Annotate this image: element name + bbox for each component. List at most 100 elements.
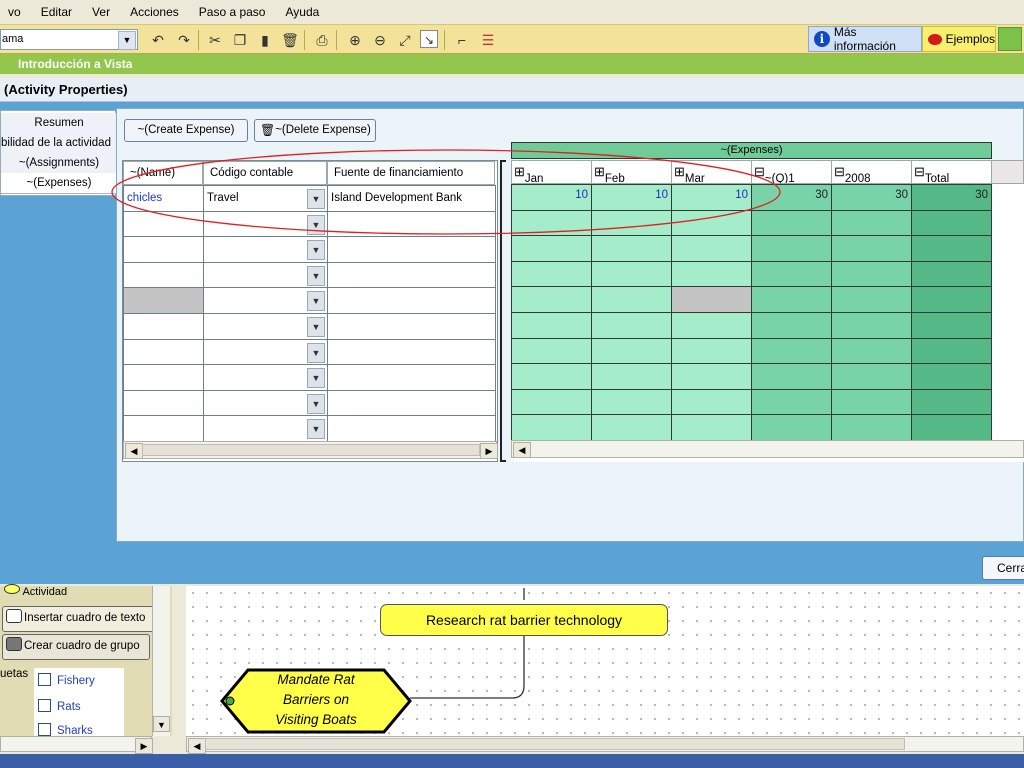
expense-source-cell[interactable] xyxy=(327,313,496,340)
chevron-down-icon[interactable]: ▼ xyxy=(307,342,325,363)
expense-code-cell[interactable]: ▼ xyxy=(203,389,328,417)
grid-cell[interactable] xyxy=(511,286,592,313)
view-combo[interactable]: ama ▼ xyxy=(0,29,138,50)
grid-cell[interactable] xyxy=(911,312,992,339)
expense-table-scrollbar[interactable]: ◀ ▶ xyxy=(123,441,498,459)
chevron-down-icon[interactable]: ▼ xyxy=(307,291,325,312)
checkbox[interactable] xyxy=(38,673,51,686)
tab-assignments[interactable]: ~(Assignments) xyxy=(1,153,117,174)
grid-cell[interactable] xyxy=(831,414,912,441)
chevron-down-icon[interactable]: ▼ xyxy=(307,265,325,286)
examples-button[interactable]: Ejemplos xyxy=(922,26,996,52)
expense-name-cell[interactable] xyxy=(123,415,204,442)
grid-cell[interactable] xyxy=(591,337,672,365)
grid-cell[interactable] xyxy=(511,363,592,390)
fit-window-icon[interactable]: ⤢ xyxy=(395,30,415,50)
expense-source-cell[interactable] xyxy=(327,261,496,289)
chevron-down-icon[interactable]: ▼ xyxy=(307,240,325,261)
tab-expenses[interactable]: ~(Expenses) xyxy=(1,173,117,194)
expense-code-cell[interactable]: ▼ xyxy=(203,338,328,366)
grid-cell[interactable] xyxy=(591,286,672,313)
expense-source-cell[interactable] xyxy=(327,338,496,366)
grid-cell[interactable] xyxy=(831,235,912,262)
expense-code-cell[interactable]: ▼ xyxy=(203,415,328,442)
insert-text-box-button[interactable]: Insertar cuadro de texto xyxy=(2,606,154,632)
scroll-thumb[interactable] xyxy=(142,444,480,456)
cut-icon[interactable]: ✂ xyxy=(205,30,225,50)
grid-cell[interactable] xyxy=(831,209,912,237)
expense-name-cell[interactable] xyxy=(123,287,204,314)
scroll-left-icon[interactable]: ◀ xyxy=(125,443,143,459)
grid-cell[interactable] xyxy=(671,260,752,288)
chevron-down-icon[interactable]: ▼ xyxy=(307,393,325,414)
paste-icon[interactable]: ▮ xyxy=(255,30,275,50)
create-expense-button[interactable]: ~(Create Expense) xyxy=(124,119,248,142)
copy-icon[interactable]: ❐ xyxy=(230,30,250,50)
grid-cell[interactable] xyxy=(591,312,672,339)
grid-cell[interactable] xyxy=(751,235,832,262)
grid-cell[interactable] xyxy=(511,312,592,339)
chevron-down-icon[interactable]: ▼ xyxy=(307,317,325,337)
menu-paso-a-paso[interactable]: Paso a paso xyxy=(187,5,278,19)
grid-cell[interactable] xyxy=(751,414,832,441)
tab-activity-responsibility[interactable]: bilidad de la actividad xyxy=(1,133,117,154)
label-item-sharks[interactable]: Sharks xyxy=(34,720,124,736)
grid-cell[interactable] xyxy=(911,363,992,390)
menu-ayuda[interactable]: Ayuda xyxy=(273,5,331,19)
label-item-fishery[interactable]: Fishery xyxy=(34,668,124,694)
expense-source-cell[interactable] xyxy=(327,287,496,314)
grid-cell[interactable] xyxy=(831,260,912,288)
canvas-hscroll[interactable]: ◀ xyxy=(186,736,1024,754)
print-icon[interactable]: ⎙ xyxy=(312,30,332,50)
grid-cell[interactable] xyxy=(751,312,832,339)
delete-icon[interactable]: 🗑 xyxy=(280,30,300,50)
grid-cell[interactable] xyxy=(511,337,592,365)
grid-cell[interactable] xyxy=(671,363,752,390)
menu-editar[interactable]: Editar xyxy=(29,5,84,19)
scroll-thumb[interactable] xyxy=(205,738,905,750)
tools-pane-hscroll[interactable]: ▶ xyxy=(0,736,153,754)
grid-col-header[interactable]: ⊟2008 xyxy=(831,160,912,184)
grid-cell[interactable] xyxy=(751,286,832,313)
grid-cell[interactable] xyxy=(911,260,992,288)
grid-cell[interactable] xyxy=(671,286,752,313)
hierarchy-icon[interactable]: ☰ xyxy=(478,30,498,50)
grid-cell[interactable] xyxy=(751,260,832,288)
expense-code-cell[interactable]: ▼ xyxy=(203,236,328,263)
chevron-down-icon[interactable]: ▼ xyxy=(307,419,325,440)
grid-cell[interactable] xyxy=(591,363,672,390)
activity-tool[interactable]: Actividad xyxy=(4,584,67,598)
expense-source-cell[interactable] xyxy=(327,236,496,263)
grid-cell[interactable] xyxy=(831,388,912,416)
palette-icon[interactable] xyxy=(998,27,1022,51)
zoom-out-icon[interactable]: ⊖ xyxy=(370,30,390,50)
grid-cell[interactable] xyxy=(671,414,752,441)
scroll-right-icon[interactable]: ▶ xyxy=(480,443,498,459)
scroll-left-icon[interactable]: ◀ xyxy=(513,442,531,458)
grid-cell[interactable] xyxy=(511,414,592,441)
grid-cell[interactable] xyxy=(671,312,752,339)
grid-cell[interactable] xyxy=(671,235,752,262)
expense-source-cell[interactable] xyxy=(327,389,496,417)
grid-cell[interactable] xyxy=(511,388,592,416)
diagram-canvas[interactable]: Research rat barrier technology Mandate … xyxy=(186,586,1024,736)
chevron-down-icon[interactable]: ▼ xyxy=(307,368,325,389)
scroll-left-icon[interactable]: ◀ xyxy=(188,738,206,754)
expense-source-cell[interactable] xyxy=(327,364,496,391)
expense-name-cell[interactable] xyxy=(123,236,204,263)
expense-name-cell[interactable] xyxy=(123,313,204,340)
expense-code-cell[interactable]: ▼ xyxy=(203,364,328,391)
expense-name-cell[interactable] xyxy=(123,338,204,366)
grid-cell[interactable]: 30 xyxy=(831,184,912,211)
grid-cell[interactable] xyxy=(591,414,672,441)
grid-cell[interactable] xyxy=(751,337,832,365)
node-research-rat-barrier[interactable]: Research rat barrier technology xyxy=(380,604,668,636)
expense-code-cell[interactable]: ▼ xyxy=(203,261,328,289)
grid-cell[interactable] xyxy=(591,260,672,288)
close-button[interactable]: Cerra xyxy=(982,556,1024,580)
pointer-icon[interactable]: ↘ xyxy=(420,30,438,48)
grid-cell[interactable] xyxy=(911,337,992,365)
grid-cell[interactable] xyxy=(911,235,992,262)
grid-cell[interactable] xyxy=(511,260,592,288)
grid-cell[interactable] xyxy=(751,388,832,416)
